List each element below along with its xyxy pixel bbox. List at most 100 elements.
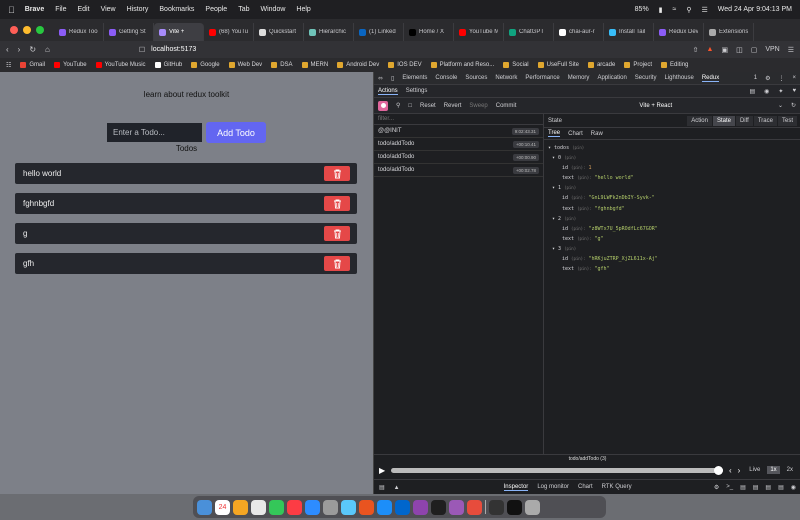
broadcast-icon[interactable]: ◉ [791,484,796,491]
url-field[interactable]: localhost:5173 [151,46,196,53]
view-mode-state[interactable]: State [712,115,735,126]
dock-app-icon[interactable] [251,499,266,515]
browser-tab[interactable]: Vite + [154,23,204,41]
tree-line[interactable]: id (pin): "GnL9LWFk2nDbIY-Syvk-" [548,193,797,203]
bookmark-item[interactable]: YouTube Music [95,62,146,68]
dock-app-icon[interactable] [233,499,248,515]
tree-line[interactable]: text (pin): "fghnbgfd" [548,204,797,214]
window-icon[interactable]: ▤ [778,484,784,491]
dock-app-icon[interactable] [197,499,212,515]
bookmark-item[interactable]: Android Dev [337,62,379,68]
tree-line[interactable]: ▾ 3 (pin) [548,244,797,254]
tree-line[interactable]: id (pin): "hRKjuZTRP_XjZL611x-Aj" [548,254,797,264]
delete-todo-button[interactable] [324,226,350,241]
menu-view[interactable]: View [101,6,116,13]
devtools-tab-performance[interactable]: Performance [525,75,559,82]
browser-tab[interactable]: Redux Dev [654,23,704,41]
menu-people[interactable]: People [205,6,227,13]
layout-icon[interactable]: ▤ [765,484,771,491]
menu-help[interactable]: Help [296,6,310,13]
delete-todo-button[interactable] [324,256,350,271]
sidebar-icon[interactable]: ◫ [736,46,743,54]
calendar-icon[interactable]: 24 [215,499,230,515]
dock-app-icon[interactable] [413,499,428,515]
tree-line[interactable]: text (pin): "gfh" [548,264,797,274]
browser-tab[interactable]: (1) Linked [354,23,404,41]
step-forward-icon[interactable]: › [738,466,741,475]
timeline-slider[interactable] [391,465,723,475]
bookmark-item[interactable]: Gmail [20,62,45,68]
menu-history[interactable]: History [127,6,149,13]
speed-1x[interactable]: 1x [767,466,780,474]
dock-app-icon[interactable] [323,499,338,515]
action-row[interactable]: todo/addTodo +00:10.41 [374,138,543,151]
view-mode-trace[interactable]: Trace [753,115,777,126]
browser-tab[interactable]: (68) YouTu [204,23,254,41]
issues-count[interactable]: 1 [754,75,757,82]
bookmark-item[interactable]: arcade [587,62,615,68]
bookmark-item[interactable]: Social [503,62,529,68]
devtools-tab-console[interactable]: Console [435,75,457,82]
maximize-window-icon[interactable] [36,26,44,34]
action-filter-input[interactable]: filter... [374,114,543,125]
action-row[interactable]: todo/addTodo +00:02.78 [374,164,543,177]
reset-button[interactable]: Reset [420,103,436,109]
monitor-tab[interactable]: Log monitor [537,484,569,491]
dock-app-icon[interactable] [525,499,540,515]
dock-app-icon[interactable] [269,499,284,515]
play-icon[interactable]: ▶ [379,466,385,475]
devtools-tab-lighthouse[interactable]: Lighthouse [664,75,693,82]
brave-shields-icon[interactable]: ▲ [707,46,714,53]
extensions-icon[interactable]: ▣ [721,46,728,54]
browser-tab[interactable]: Quickstart [254,23,304,41]
share-icon[interactable]: ⇧ [693,46,699,54]
github-icon[interactable]: ◉ [764,88,769,95]
dock-app-icon[interactable] [341,499,356,515]
menu-app[interactable]: Brave [25,6,44,13]
export-icon[interactable]: ▤ [753,484,759,491]
delete-todo-button[interactable] [324,196,350,211]
tree-line[interactable]: text (pin): "g" [548,234,797,244]
dock-app-icon[interactable] [395,499,410,515]
bookmark-item[interactable]: GitHub [154,62,182,68]
step-back-icon[interactable]: ‹ [729,466,732,475]
bookmark-item[interactable]: UseFull Site [537,62,579,68]
book-icon[interactable]: ▤ [749,88,755,95]
menu-file[interactable]: File [55,6,66,13]
dock-app-icon[interactable] [467,499,482,515]
monitor-tab[interactable]: RTK Query [602,484,632,491]
wifi-icon[interactable]: ≈ [673,6,677,13]
redux-tab-settings[interactable]: Settings [406,88,428,94]
browser-tab[interactable]: YouTube M [454,23,504,41]
vpn-button[interactable]: VPN [765,46,779,53]
heart-icon[interactable]: ♥ [792,88,796,95]
add-todo-button[interactable]: Add Todo [206,122,266,143]
devtools-tab-network[interactable]: Network [495,75,517,82]
home-icon[interactable]: ⌂ [45,45,50,54]
bookmark-icon[interactable]: ☐ [139,46,145,54]
monitor-tab[interactable]: Chart [578,484,593,491]
action-row[interactable]: @@INIT 9:02:43.31 [374,125,543,138]
bookmark-item[interactable]: MERN [301,62,328,68]
close-devtools-icon[interactable]: × [792,75,796,82]
speed-2x[interactable]: 2x [784,466,796,474]
monitor-tab[interactable]: Inspector [503,484,529,491]
lock-icon[interactable]: □ [408,103,412,109]
import-icon[interactable]: ▤ [740,484,746,491]
menu-edit[interactable]: Edit [78,6,90,13]
delete-todo-button[interactable] [324,166,350,181]
sync-icon[interactable]: ↻ [791,102,796,109]
state-subtab-raw[interactable]: Raw [591,131,603,137]
terminal-icon[interactable]: >_ [726,484,733,491]
battery-icon[interactable]: ▮ [659,6,663,14]
dock-app-icon[interactable] [507,499,522,515]
tree-line[interactable]: ▾ 1 (pin) [548,183,797,193]
browser-tab[interactable]: Home / X [404,23,454,41]
bookmark-item[interactable]: Google [191,62,220,68]
close-window-icon[interactable] [10,26,18,34]
dock-app-icon[interactable] [305,499,320,515]
menu-tab[interactable]: Tab [238,6,249,13]
tree-line[interactable]: ▾ 2 (pin) [548,214,797,224]
sweep-button[interactable]: Sweep [469,103,487,109]
record-icon[interactable] [378,100,388,111]
